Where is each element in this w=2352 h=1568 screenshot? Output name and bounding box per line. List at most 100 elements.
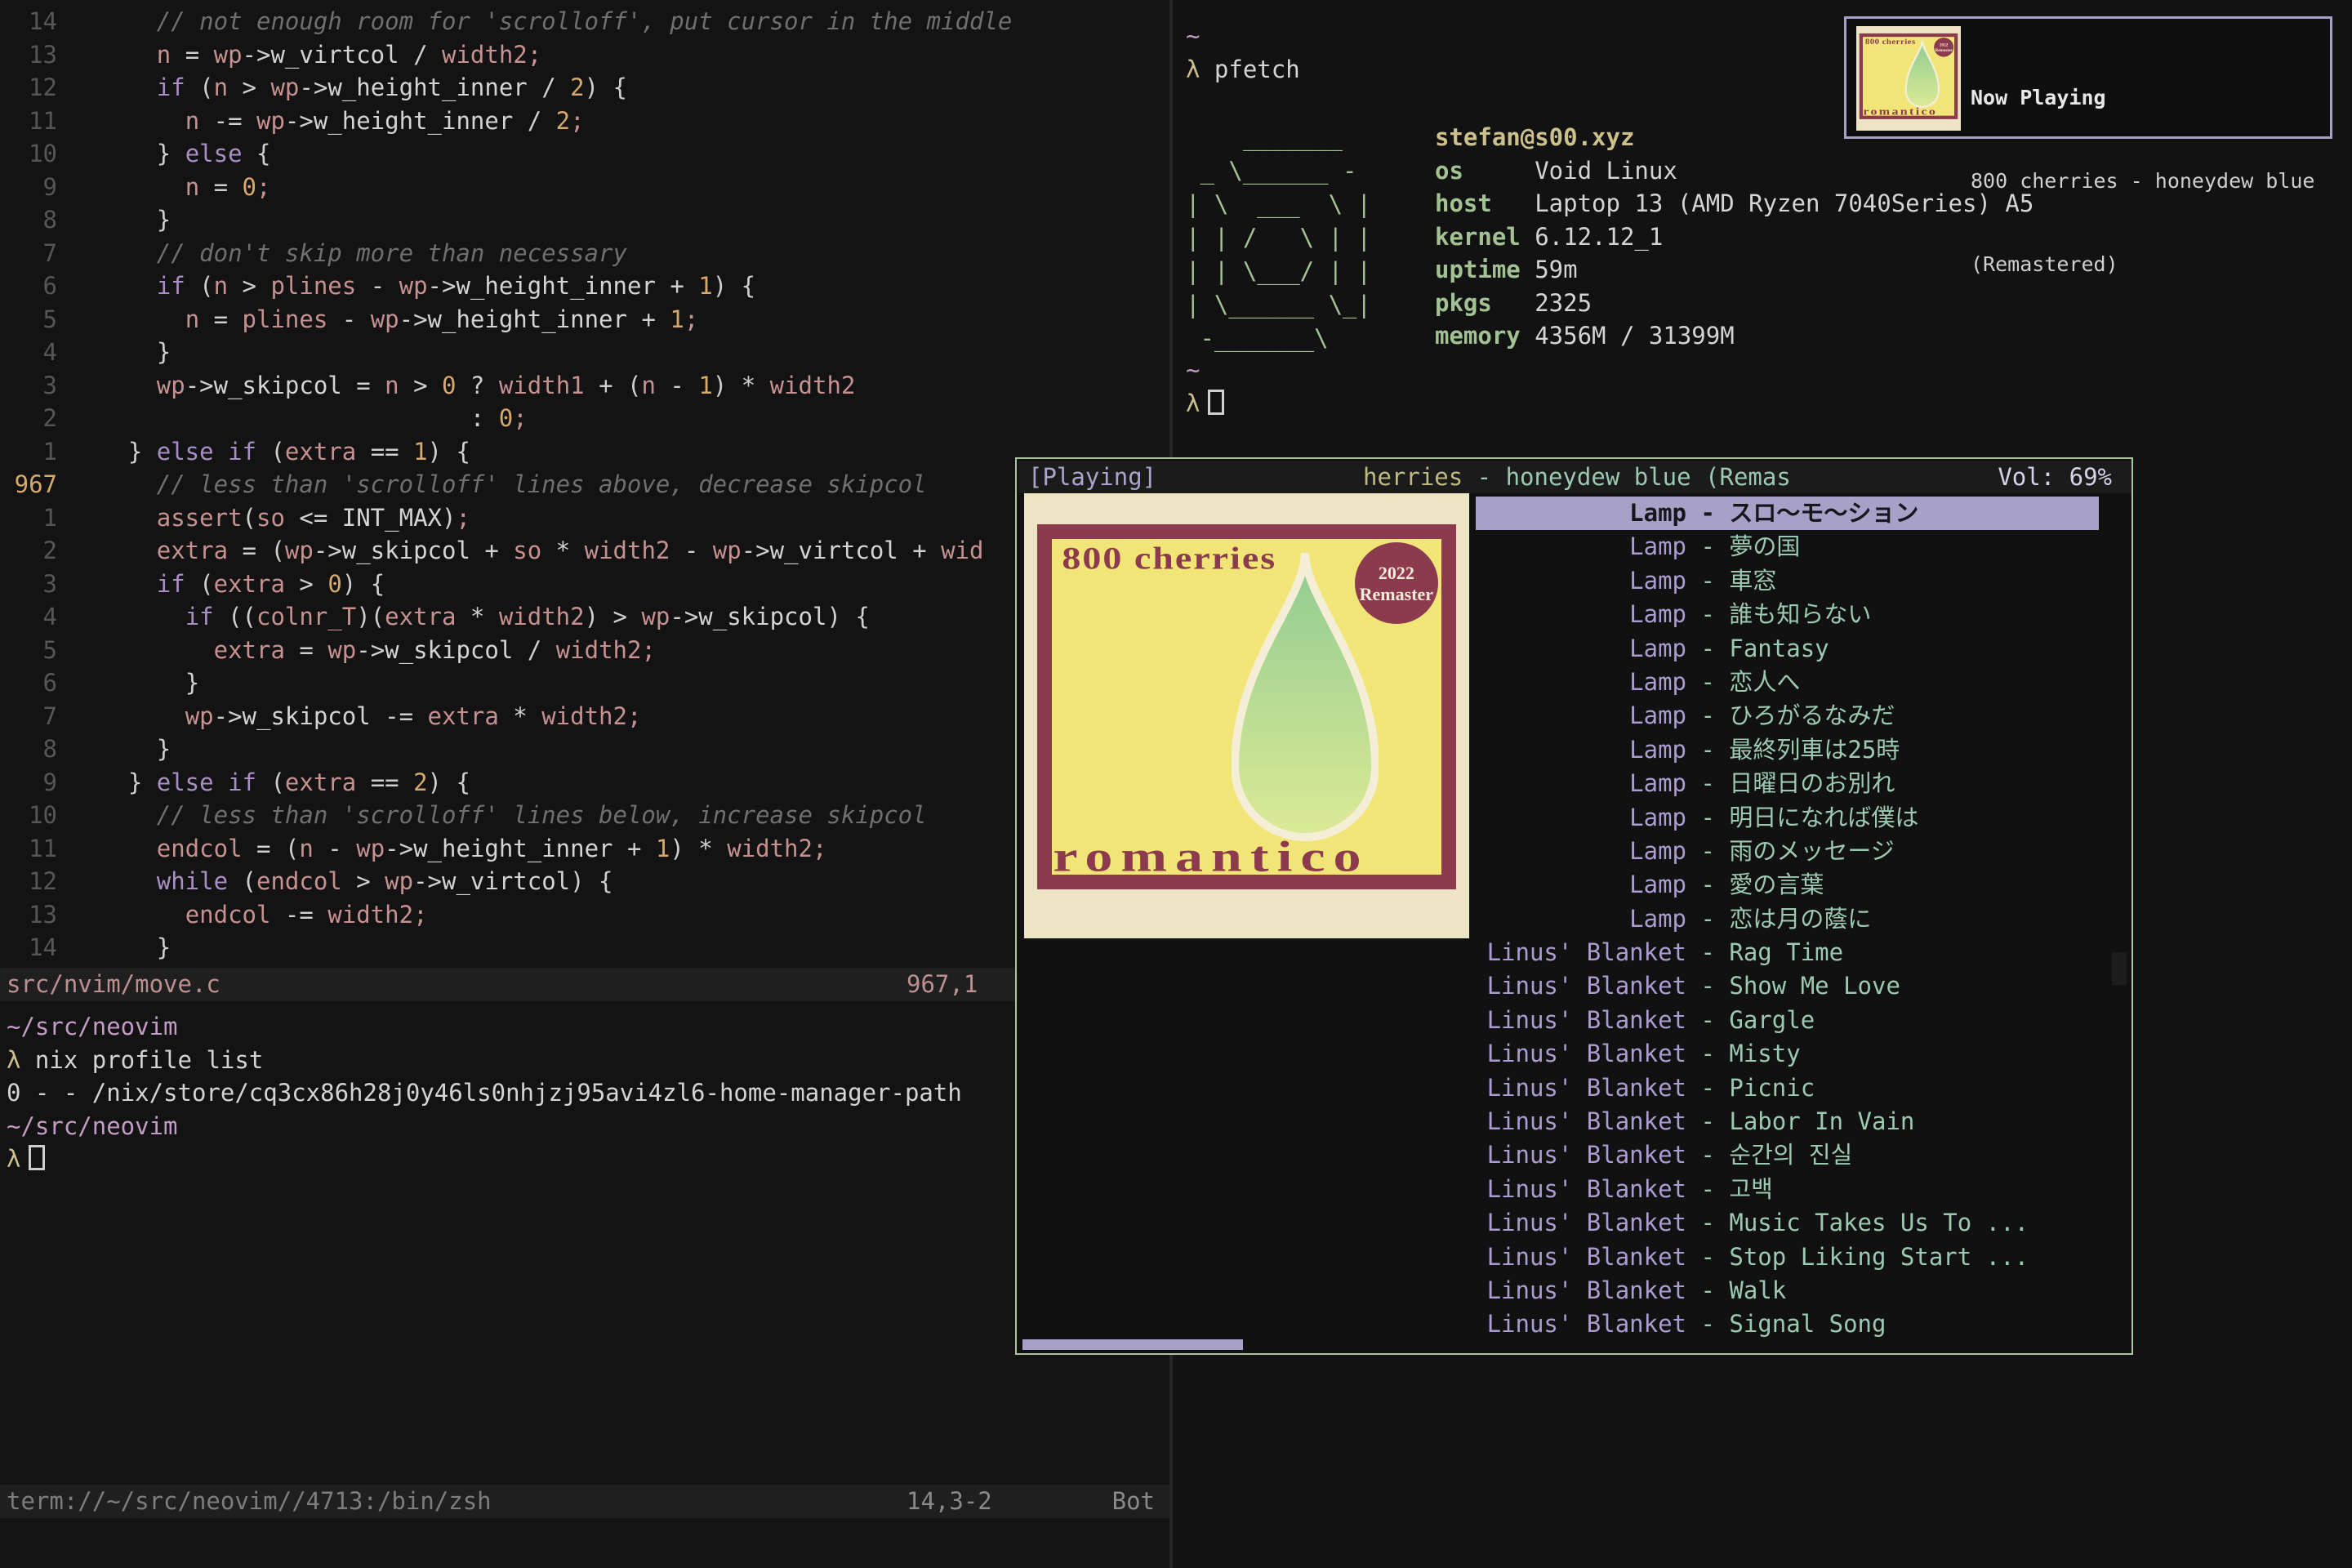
code-line: 12 if (n > wp->w_height_inner / 2) { (0, 71, 1169, 105)
track-row[interactable]: Lamp - Fantasy (1476, 632, 2099, 666)
code-line: 14 // not enough room for 'scrolloff', p… (0, 5, 1169, 38)
terminal-statusline-filename: term://~/src/neovim//4713:/bin/zsh (0, 1487, 492, 1515)
cursor-block (29, 1145, 45, 1170)
pfetch-info-line: os Void Linux (1435, 154, 2034, 188)
badge-year: 2022 (1355, 563, 1438, 584)
terminal-prompt[interactable]: ~λ (1186, 354, 1224, 420)
notification-line2: (Remastered) (1971, 251, 2314, 278)
cursor-block (1208, 390, 1224, 415)
track-row[interactable]: Lamp - 恋は月の蔭に (1476, 902, 2099, 936)
album-title: romantico (1053, 831, 1369, 882)
code-line: 8 } (0, 203, 1169, 237)
pfetch-info-line: memory 4356M / 31399M (1435, 319, 2034, 353)
track-row[interactable]: Lamp - ひろがるなみだ (1476, 699, 2099, 733)
code-line: 12 while (endcol > wp->w_virtcol) { (0, 865, 1169, 898)
code-line: 4 } (0, 336, 1169, 369)
track-row[interactable]: Lamp - 日曜日のお別れ (1476, 767, 2099, 800)
code-line: 2 extra = (wp->w_skipcol + so * width2 -… (0, 534, 1169, 568)
code-line: 8 } (0, 733, 1169, 766)
track-row[interactable]: Linus' Blanket - Stop Liking Start ... (1476, 1241, 2099, 1274)
track-row[interactable]: Lamp - 愛の言葉 (1476, 868, 2099, 902)
terminal-statusline: term://~/src/neovim//4713:/bin/zsh 14,3-… (0, 1485, 1169, 1518)
track-row[interactable]: Linus' Blanket - Misty (1476, 1037, 2099, 1071)
desktop: 14 // not enough room for 'scrolloff', p… (0, 0, 2352, 1568)
pfetch-info-line: host Laptop 13 (AMD Ryzen 7040Series) A5 (1435, 187, 2034, 220)
terminal-statusline-ruler: 14,3-2 (906, 1485, 992, 1518)
code-line: 2 : 0; (0, 402, 1169, 435)
track-row[interactable]: Lamp - 最終列車は25時 (1476, 733, 2099, 767)
pfetch-info-line: pkgs 2325 (1435, 287, 2034, 320)
code-line: 5 extra = wp->w_skipcol / width2; (0, 634, 1169, 667)
notification-line1: 800 cherries - honeydew blue (1971, 167, 2314, 195)
code-line: 7 // don't skip more than necessary (0, 237, 1169, 270)
track-row[interactable]: Linus' Blanket - Picnic (1476, 1071, 2099, 1105)
code-line: 11 n -= wp->w_height_inner / 2; (0, 105, 1169, 138)
track-row[interactable]: Lamp - スロ〜モ〜ション (1476, 497, 2099, 530)
code-line: 3 if (extra > 0) { (0, 568, 1169, 601)
player-header: [Playing] herries - honeydew blue (Remas… (1018, 461, 2132, 493)
progress-bar[interactable] (1022, 1339, 1243, 1350)
editor-pane[interactable]: 14 // not enough room for 'scrolloff', p… (0, 0, 1169, 1568)
track-row[interactable]: Lamp - 明日になれば僕は (1476, 801, 2099, 835)
music-player-window[interactable]: [Playing] herries - honeydew blue (Remas… (1015, 457, 2133, 1355)
track-row[interactable]: Lamp - 車窓 (1476, 564, 2099, 598)
track-row[interactable]: Linus' Blanket - Music Takes Us To ... (1476, 1206, 2099, 1240)
album-cover: 800 cherries 2022 Remaster romantico (1856, 26, 1961, 131)
code-line: 9 } else if (extra == 2) { (0, 766, 1169, 800)
code-line: 9 n = 0; (0, 171, 1169, 204)
playlist[interactable]: Lamp - スロ〜モ〜ションLamp - 夢の国Lamp - 車窓Lamp -… (1476, 497, 2099, 1342)
code-line: 11 endcol = (n - wp->w_height_inner + 1)… (0, 832, 1169, 866)
notification-text: Now Playing 800 cherries - honeydew blue… (1971, 29, 2314, 334)
track-row[interactable]: Linus' Blanket - 순간의 진실 (1476, 1138, 2099, 1172)
terminal-line: λ (7, 1143, 962, 1176)
album-cover-large: 800 cherries 2022 Remaster romantico (1024, 493, 1469, 938)
terminal-line: λ pfetch (1186, 53, 1300, 87)
track-row[interactable]: Lamp - 誰も知らない (1476, 598, 2099, 631)
pfetch-info: stefan@s00.xyzos Void Linuxhost Laptop 1… (1435, 121, 2034, 353)
badge-text: Remaster (1355, 584, 1438, 605)
playlist-scrollbar[interactable] (2112, 952, 2127, 985)
terminal-line: ~ (1186, 354, 1224, 387)
track-row[interactable]: Linus' Blanket - 고백 (1476, 1173, 2099, 1206)
track-row[interactable]: Linus' Blanket - Labor In Vain (1476, 1105, 2099, 1138)
badge-text: Remaster (1934, 47, 1953, 52)
terminal-line: ~ (1186, 20, 1300, 53)
album-artist: 800 cherries (1865, 37, 1916, 46)
track-row[interactable]: Lamp - 夢の国 (1476, 530, 2099, 564)
code-line: 13 n = wp->w_virtcol / width2; (0, 38, 1169, 72)
terminal-statusline-position: Bot (1112, 1485, 1155, 1518)
code-line: 13 endcol -= width2; (0, 898, 1169, 932)
terminal-buffer[interactable]: ~/src/neovimλ nix profile list0 - - /nix… (7, 1010, 962, 1176)
track-row[interactable]: Linus' Blanket - Signal Song (1476, 1307, 2099, 1341)
code-line: 10 } else { (0, 137, 1169, 171)
track-row[interactable]: Linus' Blanket - Walk (1476, 1274, 2099, 1307)
notification-cover-thumb: 800 cherries 2022 Remaster romantico (1856, 26, 1961, 131)
code-line: 4 if ((colnr_T)(extra * width2) > wp->w_… (0, 600, 1169, 634)
track-row[interactable]: Linus' Blanket - Rag Time (1476, 936, 2099, 969)
terminal-line: 0 - - /nix/store/cq3cx86h28j0y46ls0nhjzj… (7, 1076, 962, 1110)
terminal-scrollback: ~λ pfetch (1186, 20, 1300, 86)
track-row[interactable]: Lamp - 雨のメッセージ (1476, 835, 2099, 868)
notification-title: Now Playing (1971, 84, 2314, 112)
now-playing-notification[interactable]: 800 cherries 2022 Remaster romantico Now… (1844, 16, 2332, 139)
statusline-ruler: 967,1 (906, 968, 978, 1001)
album-title: romantico (1863, 105, 1937, 117)
player-track-title: herries - honeydew blue (Remas (1363, 461, 1791, 493)
pfetch-info-line: kernel 6.12.12_1 (1435, 220, 2034, 254)
track-row[interactable]: Lamp - 恋人へ (1476, 666, 2099, 699)
code-line: 6 } (0, 666, 1169, 700)
code-line: 1 assert(so <= INT_MAX); (0, 501, 1169, 535)
terminal-line: λ nix profile list (7, 1044, 962, 1077)
track-row[interactable]: Linus' Blanket - Gargle (1476, 1004, 2099, 1037)
player-title-artist-part: herries (1363, 463, 1463, 491)
remaster-badge: 2022 Remaster (1355, 542, 1438, 624)
code-line: 6 if (n > plines - wp->w_height_inner + … (0, 270, 1169, 303)
remaster-badge: 2022 Remaster (1934, 38, 1953, 56)
code-line: 10 // less than 'scrolloff' lines below,… (0, 799, 1169, 832)
terminal-line: ~/src/neovim (7, 1010, 962, 1044)
player-state-badge: [Playing] (1028, 461, 1156, 493)
track-row[interactable]: Linus' Blanket - Show Me Love (1476, 969, 2099, 1003)
pfetch-ascii-art: _______ _ \______ - | \ ___ \ | | | / \ … (1186, 121, 1371, 355)
pfetch-info-line: uptime 59m (1435, 253, 2034, 287)
code-area[interactable]: 14 // not enough room for 'scrolloff', p… (0, 5, 1169, 964)
